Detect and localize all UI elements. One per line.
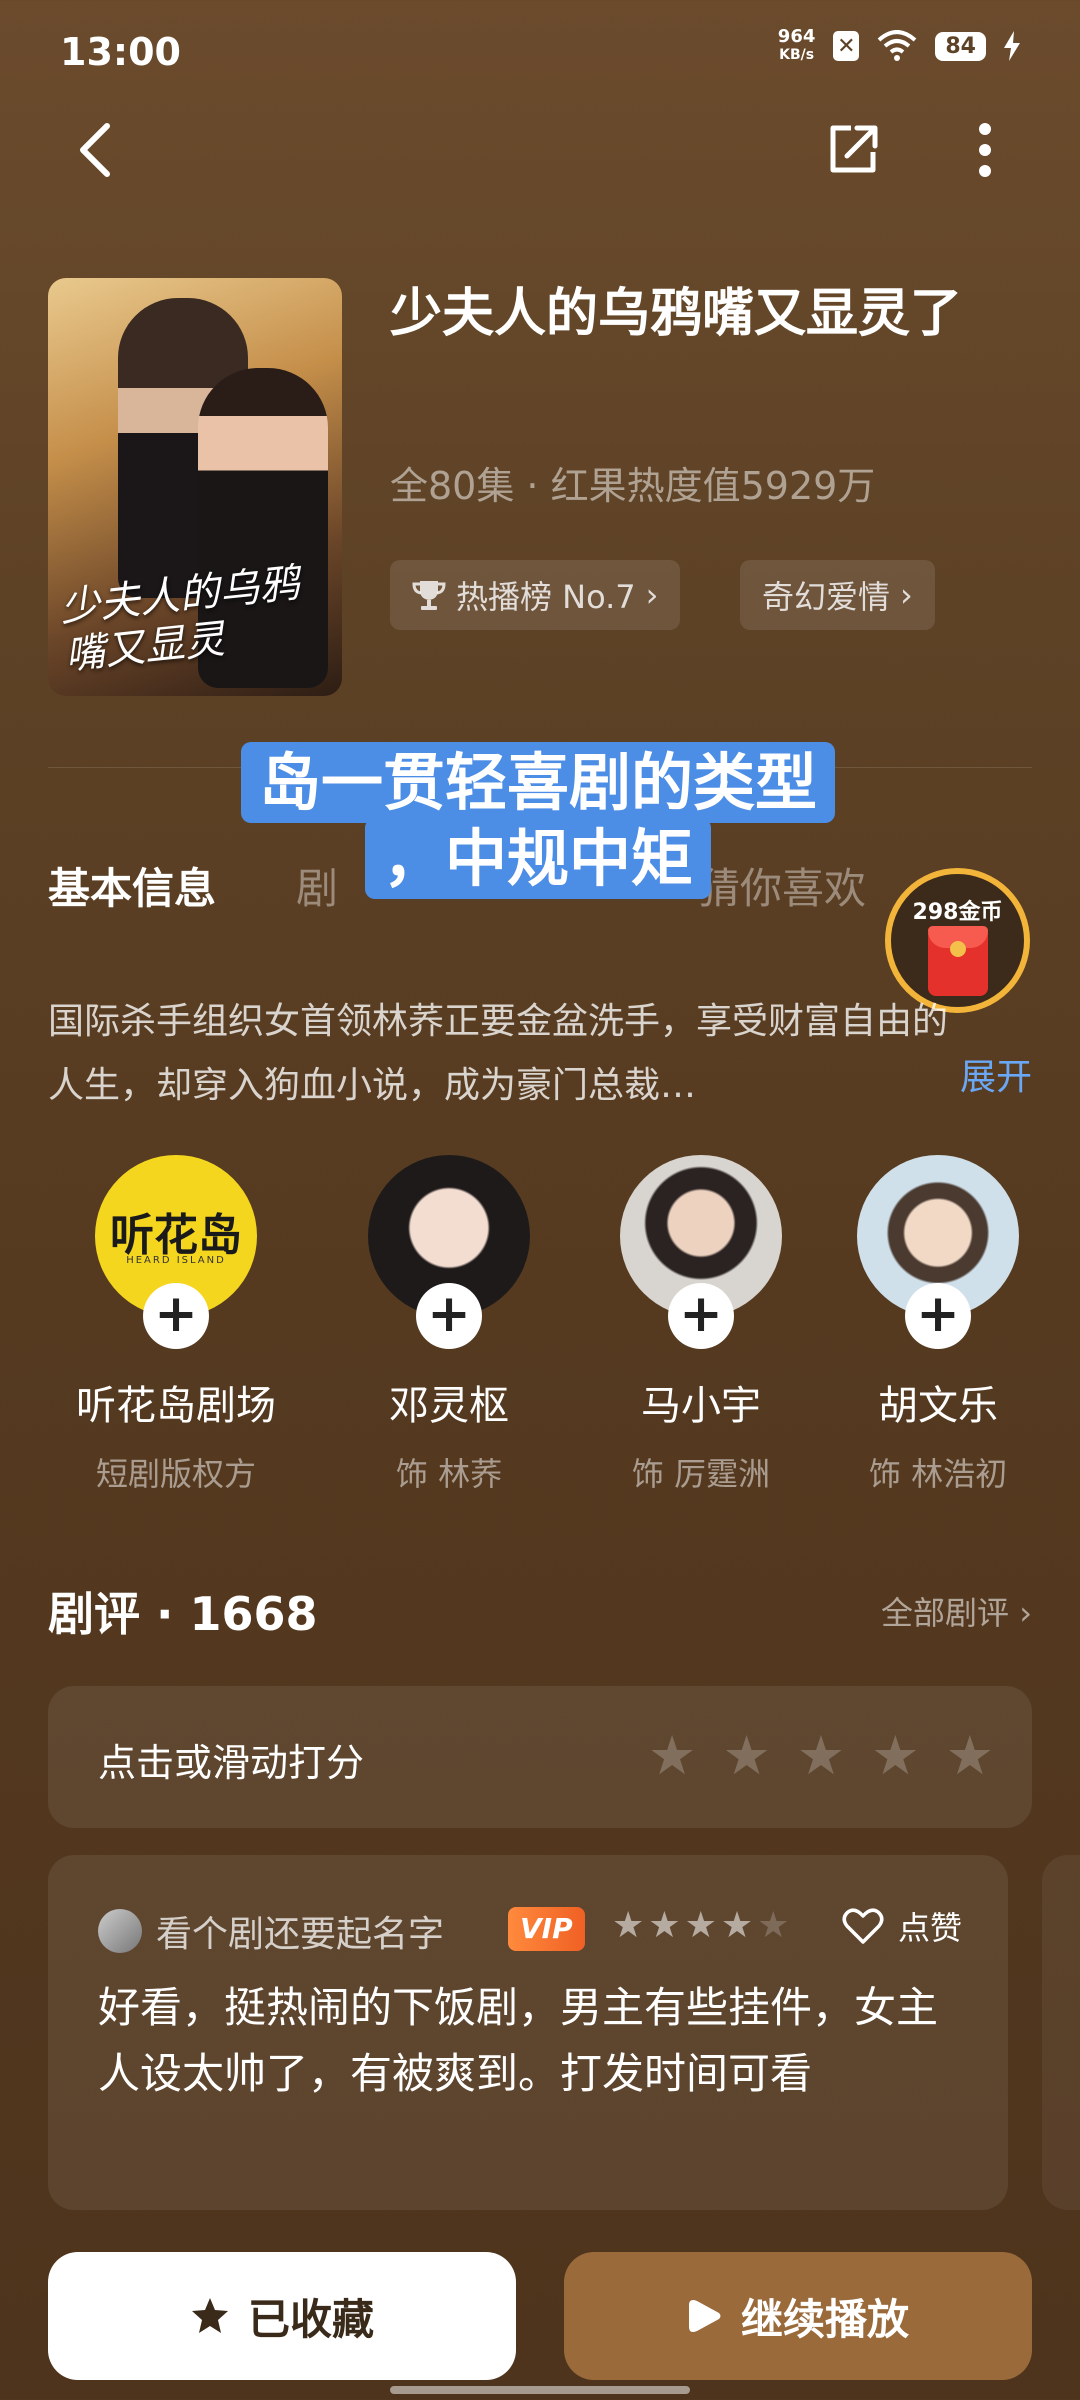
- drama-meta: 全80集 · 红果热度值5929万: [390, 464, 876, 508]
- continue-play-button[interactable]: 继续播放: [564, 2252, 1032, 2380]
- star-icon: ★: [757, 1905, 790, 1946]
- star-icon[interactable]: ★: [871, 1726, 919, 1786]
- review-rating: ★ ★ ★ ★ ★: [612, 1905, 789, 1946]
- cast-name: 听花岛剧场: [76, 1383, 276, 1429]
- favorite-label: 已收藏: [247, 2294, 374, 2344]
- cast-name: 胡文乐: [878, 1383, 998, 1429]
- like-button[interactable]: 点赞: [842, 1903, 962, 1949]
- star-icon[interactable]: ★: [648, 1726, 696, 1786]
- vip-badge: VIP: [508, 1907, 585, 1951]
- synopsis-text: 国际杀手组织女首领林荞正要金盆洗手，享受财富自由的人生，却穿入狗血小说，成为豪门…: [48, 1001, 949, 1106]
- review-card[interactable]: 看个剧还要起名字 VIP ★ ★ ★ ★ ★ 点赞 好看，挺热闹的下饭剧，男主有…: [48, 1855, 1008, 2210]
- star-icon: ★: [612, 1905, 645, 1946]
- cast-item[interactable]: + 胡文乐 饰 林浩初: [843, 1155, 1033, 1495]
- review-text: 好看，挺热闹的下饭剧，男主有些挂件，女主人设太帅了，有被爽到。打发时间可看: [98, 1983, 939, 2098]
- star-filled-icon: [191, 2298, 228, 2333]
- follow-button[interactable]: +: [905, 1283, 971, 1349]
- no-sim-icon: ✕: [833, 31, 860, 61]
- all-reviews-label: 全部剧评: [881, 1594, 1010, 1632]
- status-time: 13:00: [60, 30, 181, 74]
- favorite-button[interactable]: 已收藏: [48, 2252, 516, 2380]
- star-icon[interactable]: ★: [722, 1726, 770, 1786]
- net-speed-value: 964: [777, 26, 816, 47]
- expand-link[interactable]: 展开: [960, 1048, 1032, 1100]
- net-speed-unit: KB/s: [779, 47, 815, 63]
- net-speed: 964 KB/s: [778, 28, 816, 64]
- cast-role: 饰 林浩初: [868, 1455, 1008, 1493]
- coin-count: 298金币: [912, 900, 1003, 925]
- studio-logo-subtext: HEARD ISLAND: [126, 1255, 226, 1266]
- overlay-caption-line1: 岛一贯轻喜剧的类型: [240, 742, 835, 823]
- next-review-card[interactable]: [1042, 1855, 1080, 2210]
- share-button[interactable]: [808, 105, 898, 195]
- charging-icon: [1004, 31, 1020, 61]
- follow-button[interactable]: +: [668, 1283, 734, 1349]
- home-indicator[interactable]: [390, 2386, 690, 2394]
- cast-role: 饰 林荞: [395, 1455, 503, 1493]
- star-icon[interactable]: ★: [797, 1726, 845, 1786]
- chevron-right-icon: ›: [645, 576, 659, 614]
- rating-stars[interactable]: ★ ★ ★ ★ ★: [648, 1726, 994, 1786]
- heart-icon: [842, 1908, 884, 1944]
- tag-genre-label: 奇幻爱情: [762, 578, 891, 616]
- drama-poster[interactable]: 少夫人的乌鸦嘴又显灵: [48, 278, 342, 696]
- tag-ranking[interactable]: 热播榜 No.7 ›: [390, 560, 681, 630]
- follow-button[interactable]: +: [143, 1283, 209, 1349]
- star-icon: ★: [684, 1905, 717, 1946]
- overlay-caption-line2: ，中规中矩: [364, 818, 711, 899]
- studio-logo-text: 听花岛: [110, 1210, 242, 1261]
- rate-prompt: 点击或滑动打分: [98, 1741, 365, 1785]
- chevron-left-icon: [80, 123, 110, 177]
- play-label: 继续播放: [740, 2294, 909, 2344]
- play-icon: [688, 2300, 721, 2332]
- cast-name: 马小宇: [641, 1383, 761, 1429]
- share-icon: [830, 125, 878, 173]
- follow-button[interactable]: +: [416, 1283, 482, 1349]
- cast-item[interactable]: 听花岛 HEARD ISLAND + 听花岛剧场 短剧版权方: [66, 1155, 286, 1495]
- red-packet-icon: [928, 926, 988, 996]
- back-button[interactable]: [50, 105, 140, 195]
- chevron-right-icon: ›: [1019, 1594, 1032, 1632]
- star-icon: ★: [720, 1905, 754, 1946]
- tag-ranking-label: 热播榜 No.7: [456, 578, 636, 616]
- like-label: 点赞: [897, 1909, 962, 1947]
- all-reviews-link[interactable]: 全部剧评 ›: [881, 1588, 1032, 1634]
- cast-name: 邓灵枢: [389, 1383, 509, 1429]
- reviews-title: 剧评 · 1668: [48, 1587, 318, 1641]
- cast-role: 短剧版权方: [95, 1455, 256, 1493]
- battery-indicator: 84: [935, 31, 986, 61]
- drama-title: 少夫人的乌鸦嘴又显灵了: [390, 284, 963, 344]
- more-button[interactable]: [940, 105, 1030, 195]
- cast-role: 饰 厉霆洲: [631, 1455, 771, 1493]
- chevron-right-icon: ›: [900, 576, 913, 614]
- reviewer-avatar: [98, 1909, 142, 1953]
- wifi-icon: [878, 30, 917, 61]
- overlay-caption: 岛一贯轻喜剧的类型 ，中规中矩: [188, 742, 888, 899]
- more-vertical-icon: [979, 123, 991, 177]
- cast-item[interactable]: + 邓灵枢 饰 林荞: [339, 1155, 559, 1495]
- reviewer-name: 看个剧还要起名字: [156, 1914, 445, 1955]
- star-icon[interactable]: ★: [946, 1726, 994, 1786]
- rating-box[interactable]: 点击或滑动打分 ★ ★ ★ ★ ★: [48, 1686, 1032, 1828]
- cast-item[interactable]: + 马小宇 饰 厉霆洲: [591, 1155, 811, 1495]
- status-icons: 964 KB/s ✕ 84: [778, 28, 1020, 64]
- star-icon: ★: [648, 1905, 681, 1946]
- tag-genre[interactable]: 奇幻爱情 ›: [740, 560, 935, 630]
- trophy-icon: [412, 581, 446, 610]
